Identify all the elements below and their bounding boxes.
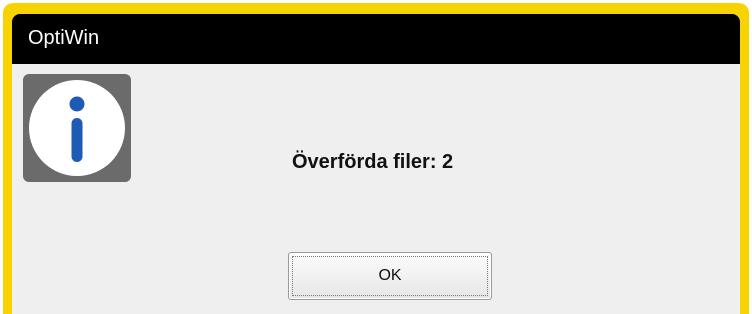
dialog-content: Överförda filer: 2 OK [12, 64, 740, 314]
dialog-message: Överförda filer: 2 [292, 151, 454, 173]
ok-button[interactable]: OK [288, 252, 492, 300]
window-title: OptiWin [28, 27, 100, 49]
ok-button-label: OK [378, 267, 402, 284]
dialog-window: OptiWin Överförda filer: 2 OK [3, 3, 749, 314]
info-icon [23, 74, 131, 182]
title-bar[interactable]: OptiWin [12, 14, 740, 64]
info-icon-graphic [29, 80, 125, 176]
